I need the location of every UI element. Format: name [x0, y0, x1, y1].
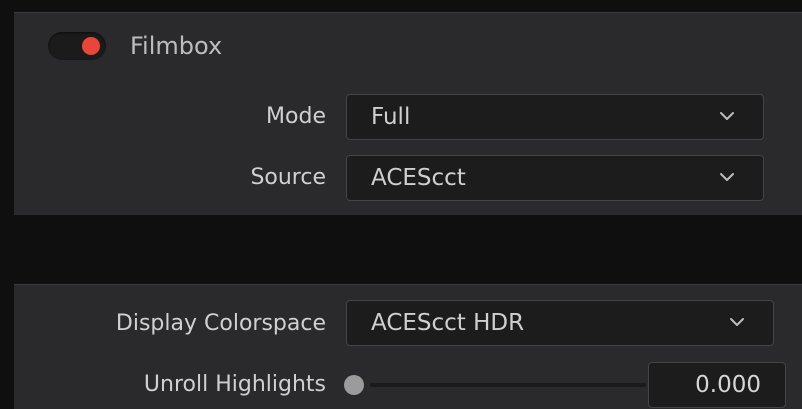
section-title: Filmbox [130, 32, 223, 60]
unroll-highlights-value: 0.000 [695, 372, 761, 398]
mode-label: Mode [266, 104, 326, 129]
source-label: Source [250, 165, 326, 190]
toggle-knob [82, 37, 100, 55]
unroll-highlights-slider-track[interactable] [370, 383, 646, 387]
filmbox-panel: Filmbox Mode Full Source ACEScct [14, 12, 802, 215]
source-value: ACEScct [371, 165, 466, 191]
display-panel: Display Colorspace ACEScct HDR Unroll Hi… [14, 284, 802, 409]
unroll-highlights-input[interactable]: 0.000 [648, 362, 786, 408]
display-colorspace-dropdown[interactable]: ACEScct HDR [346, 300, 774, 346]
chevron-down-icon [720, 112, 734, 120]
unroll-highlights-label: Unroll Highlights [143, 372, 326, 397]
unroll-highlights-slider-handle[interactable] [344, 375, 364, 395]
display-colorspace-label: Display Colorspace [115, 311, 326, 336]
mode-dropdown[interactable]: Full [346, 94, 764, 140]
source-dropdown[interactable]: ACEScct [346, 155, 764, 201]
chevron-down-icon [720, 173, 734, 181]
filmbox-toggle[interactable] [48, 32, 106, 60]
mode-value: Full [371, 104, 411, 130]
chevron-down-icon [730, 318, 744, 326]
display-colorspace-value: ACEScct HDR [371, 310, 525, 336]
